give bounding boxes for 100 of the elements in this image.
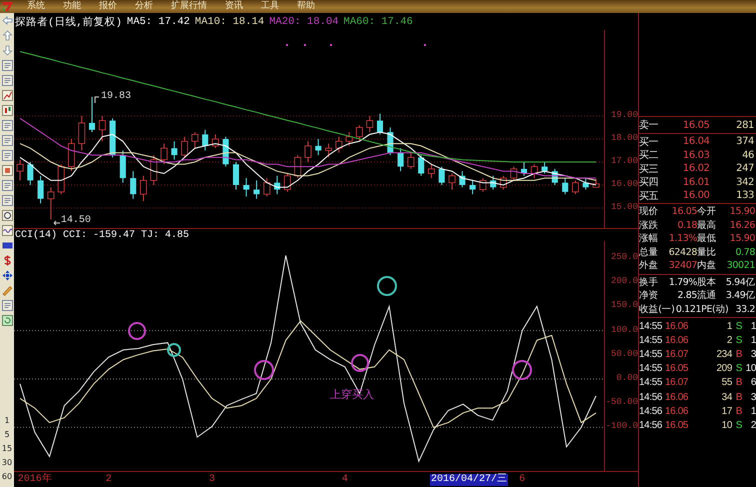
stat-label: 总量 [639,246,658,259]
candlestick [325,143,332,158]
trade-volume: 209 [716,363,732,374]
candlestick [366,116,374,133]
period-button[interactable]: 1 [4,416,10,426]
candlestick [191,132,198,149]
trade-volume: 1 [726,320,732,332]
candlestick [120,150,126,184]
stat-value: 15.90 [728,206,755,218]
document-icon[interactable] [2,135,12,146]
price-axis-label: 18.00 [610,133,638,144]
candlestick [562,178,568,195]
candlestick [356,124,363,142]
candlestick [171,140,178,160]
stat-label: 最低 [697,232,716,246]
trade-count: 10 [744,363,756,374]
trade-price: 16.05 [665,420,690,431]
trade-count: 1 [750,334,756,346]
document-icon[interactable] [2,300,12,311]
trade-side: B [734,377,742,388]
signal-circle [377,276,397,296]
order-price: 16.05 [682,120,710,130]
trade-price: 16.07 [665,348,690,360]
square-icon[interactable] [2,165,12,176]
dollar-icon[interactable] [2,255,12,266]
candlestick [479,178,486,192]
candlestick [110,118,116,158]
candlestick [470,180,476,195]
trade-volume: 234 [716,348,732,360]
stat-value: 1.79% [668,276,697,288]
circle-icon[interactable] [2,210,12,221]
trade-time: 14:56 [639,406,664,417]
document-icon[interactable] [2,195,12,206]
trade-side: B [734,406,742,417]
document-icon[interactable] [2,60,12,71]
trade-side: B [734,348,742,360]
document-icon[interactable] [2,180,12,191]
pencil-icon[interactable] [2,285,12,296]
trade-volume: 10 [720,420,732,431]
candlestick-icon[interactable] [2,105,12,116]
trade-time: 14:55 [639,348,664,360]
candlestick [284,173,291,192]
trade-side: S [734,363,742,374]
document-icon[interactable] [2,150,12,161]
cci-axis-label: -100.0 [606,421,638,432]
menu-item[interactable]: 系统 [18,0,54,13]
signal-circle [254,360,274,380]
stat-value: 16.05 [670,206,697,218]
down-arrow-icon[interactable] [2,45,12,56]
menu-item[interactable]: 帮助 [288,0,324,13]
cci-axis-label: 250.0 [610,252,638,263]
trade-volume: 55 [720,377,732,388]
order-volume: 281 [735,120,754,130]
stat-label: 股本 [697,276,716,289]
move-icon[interactable] [2,270,12,281]
menu-item[interactable]: 分析 [126,0,162,13]
up-arrow-icon[interactable] [2,30,12,41]
indicator-value: MA60: 17.46 [344,16,413,28]
period-button[interactable]: 30 [2,458,12,468]
menu-item[interactable]: 扩展行情 [162,0,216,13]
period-button[interactable]: 5 [4,430,10,440]
candlestick [552,168,558,186]
candlestick [398,148,404,172]
period-button[interactable]: 60 [2,472,12,482]
candlestick [387,127,394,156]
line-chart-icon[interactable] [2,90,12,101]
candlestick [448,173,456,190]
candlestick [592,178,600,188]
menu-item[interactable]: 工具 [252,0,288,13]
candlestick [294,154,302,179]
stat-label: 内盘 [697,259,716,272]
price-axis-label: 17.00 [610,156,638,167]
stat-value: 16.26 [728,220,755,231]
order-level-label: 买四 [639,176,660,189]
candlestick [263,178,270,197]
order-volume: 133 [735,190,754,201]
menu-item[interactable]: 资讯 [216,0,252,13]
menu-item[interactable]: 报价 [90,0,126,13]
wave-icon[interactable] [2,225,12,236]
back-arrow-icon[interactable] [2,15,12,26]
refresh-icon[interactable] [2,315,12,326]
leader-line [94,96,100,104]
document-icon[interactable] [2,75,12,86]
document-icon[interactable] [2,120,12,131]
order-volume: 46 [741,150,754,160]
date-axis-label: 2 [106,474,112,486]
candlestick [98,116,106,142]
trade-price: 16.06 [665,334,690,346]
trade-time: 14:55 [639,363,664,374]
indicator-value: MA20: 18.04 [269,16,339,28]
stat-value: 5.94亿 [724,276,755,289]
candlestick [510,166,518,181]
candlestick [376,113,384,135]
menu-item[interactable]: 功能 [54,0,90,13]
period-button[interactable]: 15 [2,444,12,454]
candlestick [181,136,188,158]
candlestick [335,136,342,154]
stat-label: 净资 [639,289,658,302]
order-level-label: 卖一 [639,118,660,132]
signal-circle [351,354,369,372]
